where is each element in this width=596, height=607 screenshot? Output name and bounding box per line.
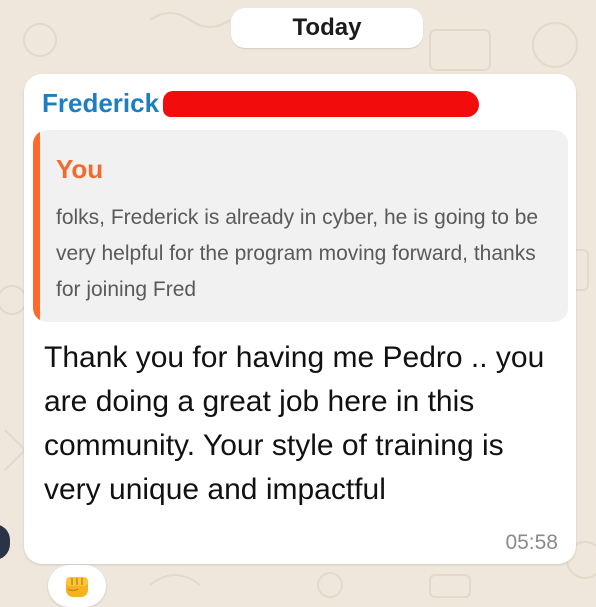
date-divider: Today [231, 8, 423, 48]
reaction-badge[interactable] [48, 565, 106, 607]
sender-name[interactable]: Frederick [42, 88, 159, 119]
message-body: Thank you for having me Pedro .. you are… [44, 341, 545, 506]
fist-bump-icon [66, 577, 88, 597]
message-time: 05:58 [505, 531, 558, 554]
quote-accent-bar [33, 130, 40, 322]
sender-row: Frederick [42, 88, 480, 119]
quoted-reply[interactable]: You folks, Frederick is already in cyber… [33, 130, 568, 322]
quoted-text: folks, Frederick is already in cyber, he… [56, 206, 539, 301]
quoted-author: You [56, 154, 104, 184]
redaction-mark [163, 90, 480, 117]
message-bubble[interactable]: Frederick You folks, Frederick is alread… [24, 74, 576, 564]
